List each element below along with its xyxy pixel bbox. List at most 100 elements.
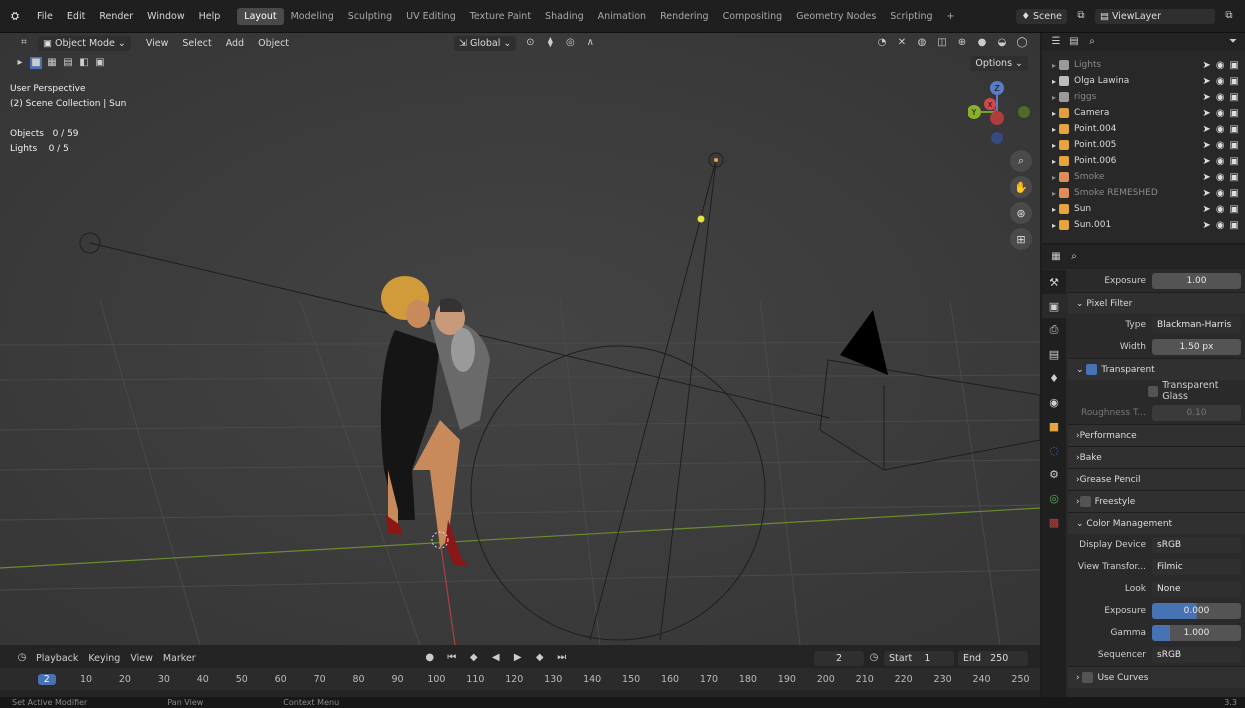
menu-window[interactable]: Window	[140, 11, 191, 22]
expand-arrow-icon[interactable]: ▸	[1052, 61, 1056, 70]
world-tab-icon[interactable]: ◉	[1042, 390, 1066, 414]
menu-help[interactable]: Help	[192, 11, 228, 22]
camera-render-icon[interactable]: ▣	[1230, 220, 1239, 231]
pixel-filter-section[interactable]: ⌄ Pixel Filter	[1068, 292, 1245, 314]
outliner-row[interactable]: ▸ Point.005 ➤ ◉ ▣	[1042, 137, 1245, 153]
material-shading-icon[interactable]: ◒	[996, 37, 1008, 49]
timeline-menu-marker[interactable]: Marker	[163, 653, 196, 664]
transparent-glass-checkbox[interactable]	[1148, 385, 1159, 397]
outliner-row[interactable]: ▸ Sun.001 ➤ ◉ ▣	[1042, 217, 1245, 233]
expand-arrow-icon[interactable]: ▸	[1052, 157, 1056, 166]
eye-icon[interactable]: ◉	[1216, 204, 1225, 215]
workspace-tab-animation[interactable]: Animation	[591, 8, 653, 25]
data-tab-icon[interactable]: ◎	[1042, 486, 1066, 510]
camera-render-icon[interactable]: ▣	[1230, 172, 1239, 183]
properties-editor-icon[interactable]: ▦	[1050, 251, 1062, 263]
outliner-row[interactable]: ▸ Olga Lawina ➤ ◉ ▣	[1042, 73, 1245, 89]
visibility-icon[interactable]: ◔	[876, 37, 888, 49]
camera-render-icon[interactable]: ▣	[1230, 140, 1239, 151]
start-frame-field[interactable]: Start 1	[884, 650, 954, 666]
display-mode-icon[interactable]: ▤	[1068, 36, 1080, 48]
viewport-menu-view[interactable]: View	[139, 38, 176, 49]
properties-search-icon[interactable]: ⌕	[1068, 251, 1080, 263]
expand-arrow-icon[interactable]: ▸	[1052, 93, 1056, 102]
view-transform-select[interactable]: Filmic	[1152, 559, 1241, 575]
camera-render-icon[interactable]: ▣	[1230, 108, 1239, 119]
timeline-ruler[interactable]: 2 10 20 30 40 50 60 70 80 90 100 110 120 130 140 150 160…	[0, 668, 1040, 690]
play-reverse-icon[interactable]: ◀	[490, 652, 502, 664]
timeline-menu-playback[interactable]: Playback	[36, 653, 78, 664]
color-management-section[interactable]: ⌄ Color Management	[1068, 512, 1245, 534]
viewport-menu-add[interactable]: Add	[219, 38, 251, 49]
eye-icon[interactable]: ◉	[1216, 108, 1225, 119]
timeline-editor-icon[interactable]: ◷	[16, 652, 28, 664]
new-viewlayer-icon[interactable]: ⧉	[1223, 10, 1235, 22]
eye-icon[interactable]: ◉	[1216, 92, 1225, 103]
workspace-tab-sculpting[interactable]: Sculpting	[341, 8, 399, 25]
end-frame-field[interactable]: End 250	[958, 650, 1028, 666]
select-intersect-icon[interactable]: ▣	[94, 57, 106, 69]
current-frame-field[interactable]: 2	[814, 650, 864, 666]
select-arrow-icon[interactable]: ➤	[1202, 220, 1210, 231]
expand-arrow-icon[interactable]: ▸	[1052, 141, 1056, 150]
navigation-gizmo[interactable]: Z Y X	[967, 78, 1040, 150]
overlay-icon[interactable]: ◍	[916, 37, 928, 49]
workspace-tab-shading[interactable]: Shading	[538, 8, 591, 25]
play-icon[interactable]: ▶	[512, 652, 524, 664]
viewport-menu-select[interactable]: Select	[175, 38, 218, 49]
select-subtract-icon[interactable]: ▤	[62, 57, 74, 69]
workspace-tab-modeling[interactable]: Modeling	[284, 8, 341, 25]
tool-tab-icon[interactable]: ⚒	[1042, 270, 1066, 294]
proportional-edit-icon[interactable]: ◎	[564, 37, 576, 49]
camera-view-icon[interactable]: ⊛	[1010, 202, 1032, 224]
eye-icon[interactable]: ◉	[1216, 156, 1225, 167]
transparent-checkbox[interactable]	[1086, 364, 1098, 375]
new-scene-icon[interactable]: ⧉	[1075, 10, 1087, 22]
zoom-icon[interactable]: ⌕	[1010, 150, 1032, 172]
expand-arrow-icon[interactable]: ▸	[1052, 189, 1056, 198]
xray-icon[interactable]: ◫	[936, 37, 948, 49]
prev-key-icon[interactable]: ◆	[468, 652, 480, 664]
filter-icon[interactable]: ⏷	[1227, 36, 1239, 48]
3d-viewport[interactable]	[0, 33, 1040, 645]
orientation-selector[interactable]: ⇲ Global ⌄	[454, 35, 517, 51]
menu-edit[interactable]: Edit	[60, 11, 92, 22]
scene-selector[interactable]: ♦ Scene	[1016, 8, 1067, 24]
eye-icon[interactable]: ◉	[1216, 188, 1225, 199]
eye-icon[interactable]: ◉	[1216, 124, 1225, 135]
view-layer-tab-icon[interactable]: ▤	[1042, 342, 1066, 366]
ortho-grid-icon[interactable]: ⊞	[1010, 228, 1032, 250]
exposure-field[interactable]: 1.00	[1152, 273, 1241, 289]
select-new-icon[interactable]: ■	[30, 57, 42, 69]
outliner-row[interactable]: ▸ riggs ➤ ◉ ▣	[1042, 89, 1245, 105]
outliner-row[interactable]: ▸ Point.006 ➤ ◉ ▣	[1042, 153, 1245, 169]
eye-icon[interactable]: ◉	[1216, 220, 1225, 231]
select-arrow-icon[interactable]: ➤	[1202, 204, 1210, 215]
expand-arrow-icon[interactable]: ▸	[1052, 205, 1056, 214]
select-arrow-icon[interactable]: ➤	[1202, 108, 1210, 119]
transparent-section[interactable]: ⌄ Transparent	[1068, 358, 1245, 380]
expand-arrow-icon[interactable]: ▸	[1052, 173, 1056, 182]
blender-logo-icon[interactable]: ⛭	[0, 11, 30, 22]
viewlayer-selector[interactable]: ▤ ViewLayer	[1095, 8, 1215, 24]
camera-render-icon[interactable]: ▣	[1230, 156, 1239, 167]
timeline-menu-keying[interactable]: Keying	[88, 653, 120, 664]
viewport-menu-object[interactable]: Object	[251, 38, 296, 49]
outliner-row[interactable]: ▸ Smoke ➤ ◉ ▣	[1042, 169, 1245, 185]
menu-render[interactable]: Render	[92, 11, 140, 22]
section-grease-pencil[interactable]: › Grease Pencil	[1068, 468, 1245, 490]
select-arrow-icon[interactable]: ➤	[1202, 76, 1210, 87]
workspace-tab-layout[interactable]: Layout	[237, 7, 284, 25]
rendered-shading-icon[interactable]: ◯	[1016, 37, 1028, 49]
eye-icon[interactable]: ◉	[1216, 60, 1225, 71]
next-key-icon[interactable]: ◆	[534, 652, 546, 664]
select-arrow-icon[interactable]: ➤	[1202, 140, 1210, 151]
select-invert-icon[interactable]: ◧	[78, 57, 90, 69]
expand-arrow-icon[interactable]: ▸	[1052, 221, 1056, 230]
workspace-tab-scripting[interactable]: Scripting	[883, 8, 939, 25]
jump-start-icon[interactable]: ⏮	[446, 652, 458, 664]
workspace-tab-compositing[interactable]: Compositing	[716, 8, 790, 25]
gizmo-toggle-icon[interactable]: ✕	[896, 37, 908, 49]
solid-shading-icon[interactable]: ●	[976, 37, 988, 49]
texture-tab-icon[interactable]: ▩	[1042, 510, 1066, 534]
